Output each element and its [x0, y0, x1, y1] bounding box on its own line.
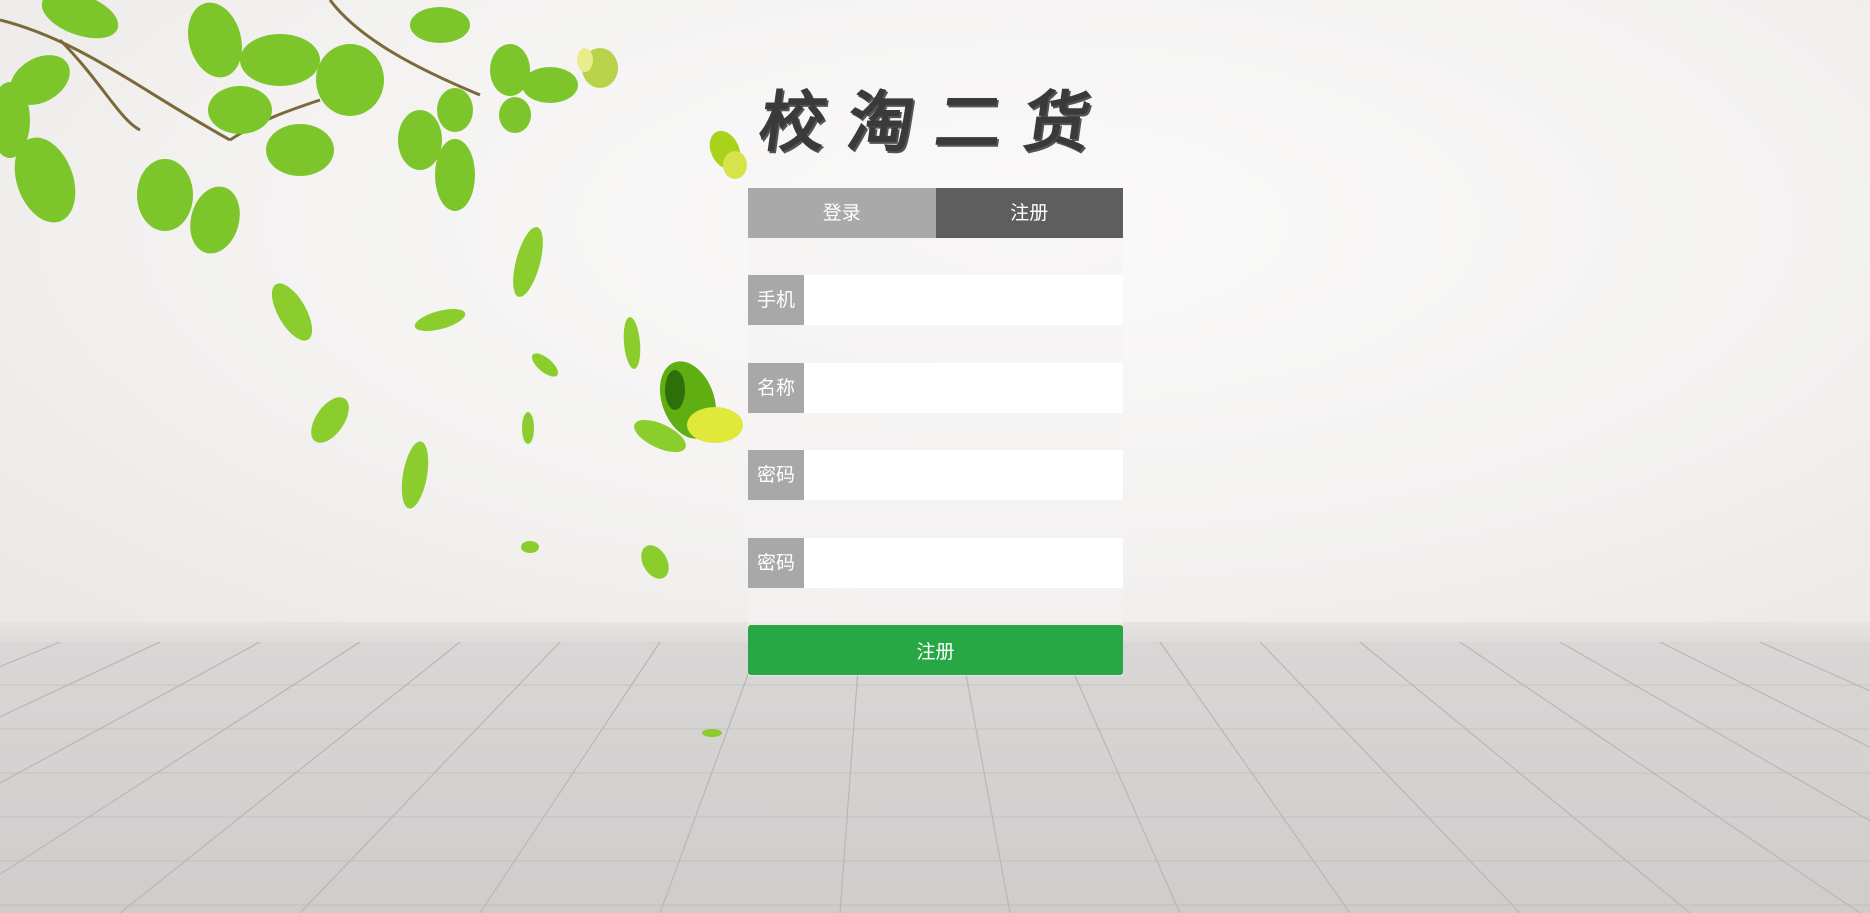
- auth-tabs: 登录 注册: [748, 188, 1123, 238]
- phone-label: 手机: [748, 275, 804, 325]
- tab-register[interactable]: 注册: [935, 188, 1123, 238]
- password-label: 密码: [748, 450, 804, 500]
- site-logo: 校淘二货: [754, 83, 1118, 161]
- password-field: 密码: [748, 450, 1123, 500]
- password-input[interactable]: [804, 450, 1123, 500]
- confirm-password-input[interactable]: [804, 538, 1123, 588]
- register-button[interactable]: 注册: [748, 625, 1123, 675]
- name-label: 名称: [748, 363, 804, 413]
- confirm-password-field: 密码: [748, 538, 1123, 588]
- auth-panel: [748, 188, 1123, 676]
- phone-field: 手机: [748, 275, 1123, 325]
- butterfly-icon: [577, 48, 618, 88]
- name-input[interactable]: [804, 363, 1123, 413]
- tab-login[interactable]: 登录: [748, 188, 936, 238]
- phone-input[interactable]: [804, 275, 1123, 325]
- name-field: 名称: [748, 363, 1123, 413]
- confirm-password-label: 密码: [748, 538, 804, 588]
